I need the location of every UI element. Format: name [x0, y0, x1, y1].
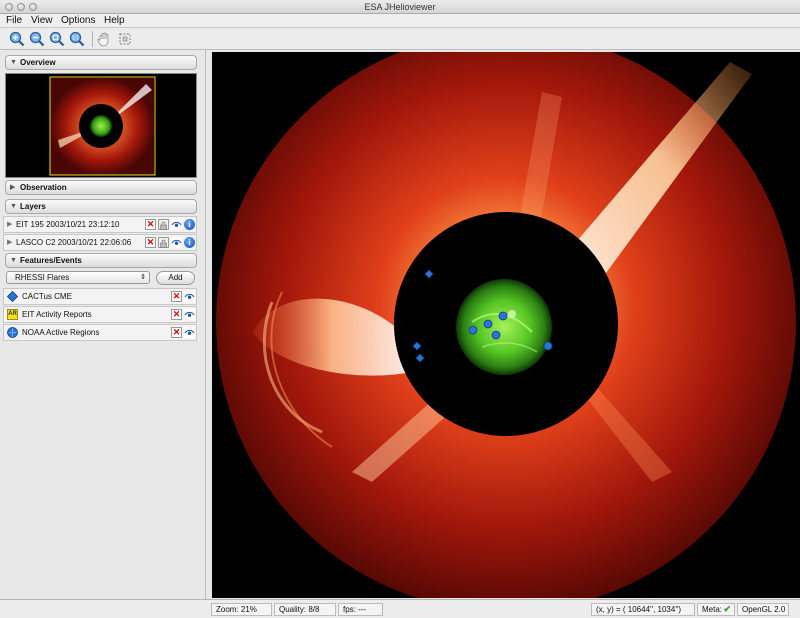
event-catalog-name: CACTus CME: [22, 292, 72, 301]
meta-status: Meta: ✔: [697, 603, 735, 616]
check-icon: ✔: [723, 604, 731, 614]
layer-row[interactable]: ▶ EIT 195 2003/10/21 23:12:10 ✕ i: [3, 216, 197, 233]
remove-layer-icon[interactable]: ✕: [145, 219, 156, 230]
lock-icon[interactable]: [158, 237, 169, 248]
remove-layer-icon[interactable]: ✕: [145, 237, 156, 248]
toolbar-separator: [92, 31, 93, 47]
menu-file[interactable]: File: [6, 14, 22, 28]
sidebar: ▼ Overview ▶ Observation ▼ Layers ▶ EIT …: [0, 50, 206, 599]
active-region-marker: [483, 319, 493, 329]
expand-arrow-icon: ▶: [10, 184, 16, 191]
menu-help[interactable]: Help: [104, 14, 125, 28]
visibility-eye-icon[interactable]: [184, 327, 195, 338]
visibility-eye-icon[interactable]: [184, 309, 195, 320]
event-markers-overlay: [412, 269, 553, 363]
features-events-section-header[interactable]: ▼ Features/Events: [5, 253, 197, 268]
ar-badge-icon: AR: [7, 309, 18, 320]
visibility-eye-icon[interactable]: [171, 237, 182, 248]
layer-row[interactable]: ▶ LASCO C2 2003/10/21 22:06:06 ✕ i: [3, 234, 197, 251]
noaa-globe-icon: [7, 327, 18, 338]
collapse-arrow-icon: ▼: [10, 203, 17, 210]
menu-options[interactable]: Options: [61, 14, 95, 28]
select-region-icon[interactable]: [117, 31, 133, 47]
active-region-marker: [468, 325, 478, 335]
remove-catalog-icon[interactable]: ✕: [171, 327, 182, 338]
expand-arrow-icon[interactable]: ▶: [7, 217, 12, 232]
meta-label: Meta:: [702, 605, 723, 614]
event-catalog-name: NOAA Active Regions: [22, 328, 100, 337]
layer-name: LASCO C2 2003/10/21 22:06:06: [16, 238, 132, 247]
zoom-fit-icon[interactable]: [49, 31, 65, 47]
window-titlebar: ESA JHelioviewer: [0, 0, 800, 14]
quality-status: Quality: 8/8: [274, 603, 336, 616]
observation-label: Observation: [20, 183, 67, 192]
blue-diamond-icon: [6, 290, 19, 303]
collapse-arrow-icon: ▼: [10, 59, 17, 66]
active-region-marker: [543, 341, 553, 351]
close-window-button[interactable]: [5, 3, 13, 11]
layer-name: EIT 195 2003/10/21 23:12:10: [16, 220, 120, 229]
event-catalog-row[interactable]: AR EIT Activity Reports ✕: [3, 306, 197, 323]
event-catalog-row[interactable]: NOAA Active Regions ✕: [3, 324, 197, 341]
overview-section-header[interactable]: ▼ Overview: [5, 55, 197, 70]
status-bar: Zoom: 21% Quality: 8/8 fps: --- (x, y) =…: [0, 599, 800, 618]
add-catalog-button[interactable]: Add: [156, 271, 195, 285]
toolbar: 1:1: [0, 28, 800, 50]
overview-thumbnail[interactable]: [5, 73, 197, 178]
window-title: ESA JHelioviewer: [364, 2, 436, 12]
info-icon[interactable]: i: [184, 237, 195, 248]
visibility-eye-icon[interactable]: [171, 219, 182, 230]
cme-event-marker: [412, 341, 422, 351]
menu-view[interactable]: View: [31, 14, 53, 28]
zoom-out-icon[interactable]: [29, 31, 45, 47]
dropdown-arrows-icon: ⇕: [140, 274, 146, 281]
fps-status: fps: ---: [338, 603, 383, 616]
remove-catalog-icon[interactable]: ✕: [171, 291, 182, 302]
solar-image-viewer[interactable]: [212, 52, 800, 598]
remove-catalog-icon[interactable]: ✕: [171, 309, 182, 320]
event-catalog-select[interactable]: RHESSI Flares ⇕: [6, 271, 150, 284]
zoom-status: Zoom: 21%: [211, 603, 272, 616]
zoom-window-button[interactable]: [29, 3, 37, 11]
cme-event-marker: [424, 269, 434, 279]
event-catalog-name: EIT Activity Reports: [22, 310, 92, 319]
overview-image: [49, 76, 156, 176]
pan-hand-icon[interactable]: [96, 31, 112, 47]
active-region-marker: [498, 311, 508, 321]
renderer-status: OpenGL 2.0: [737, 603, 789, 616]
zoom-one-to-one-icon[interactable]: 1:1: [69, 31, 85, 47]
active-region-marker: [491, 330, 501, 340]
minimize-window-button[interactable]: [17, 3, 25, 11]
event-catalog-row[interactable]: CACTus CME ✕: [3, 288, 197, 305]
lock-icon[interactable]: [158, 219, 169, 230]
coordinates-status: (x, y) = ( 10644'', 1034''): [591, 603, 695, 616]
features-events-label: Features/Events: [20, 256, 82, 265]
menu-bar: File View Options Help: [0, 14, 800, 28]
cme-event-marker: [415, 353, 425, 363]
layers-section-header[interactable]: ▼ Layers: [5, 199, 197, 214]
zoom-in-icon[interactable]: [9, 31, 25, 47]
visibility-eye-icon[interactable]: [184, 291, 195, 302]
svg-text:1:1: 1:1: [72, 36, 79, 42]
info-icon[interactable]: i: [184, 219, 195, 230]
observation-section-header[interactable]: ▶ Observation: [5, 180, 197, 195]
event-catalog-value: RHESSI Flares: [15, 273, 70, 282]
layers-label: Layers: [20, 202, 46, 211]
expand-arrow-icon[interactable]: ▶: [7, 235, 12, 250]
collapse-arrow-icon: ▼: [10, 257, 17, 264]
overview-label: Overview: [20, 58, 56, 67]
